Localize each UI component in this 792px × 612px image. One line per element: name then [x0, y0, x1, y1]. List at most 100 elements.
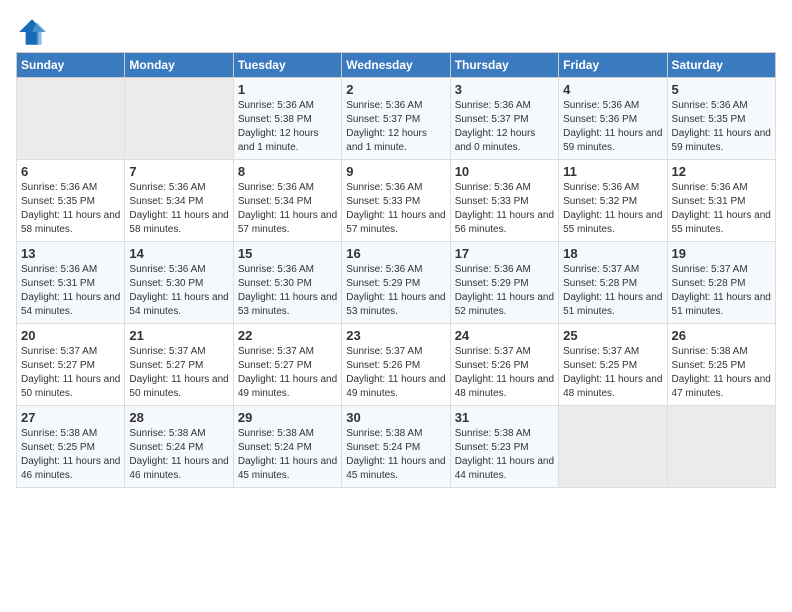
- day-info: Sunrise: 5:38 AMSunset: 5:24 PMDaylight:…: [238, 427, 337, 483]
- calendar-cell: 6 Sunrise: 5:36 AMSunset: 5:35 PMDaylight…: [17, 160, 125, 242]
- calendar-cell: 11Sunrise: 5:36 AMSunset: 5:32 PMDayligh…: [559, 160, 667, 242]
- day-number: 6: [21, 164, 120, 179]
- calendar-cell: [17, 78, 125, 160]
- calendar-cell: 5 Sunrise: 5:36 AMSunset: 5:35 PMDaylight…: [667, 78, 775, 160]
- header-friday: Friday: [559, 53, 667, 78]
- calendar-cell: 25 Sunrise: 5:37 AMSunset: 5:25 PMDayligh…: [559, 324, 667, 406]
- day-info: Sunrise: 5:38 AMSunset: 5:23 PMDaylight:…: [455, 427, 554, 483]
- logo-icon: [16, 16, 48, 48]
- calendar-cell: 30Sunrise: 5:38 AMSunset: 5:24 PMDayligh…: [342, 406, 450, 488]
- calendar-cell: 13 Sunrise: 5:36 AMSunset: 5:31 PMDayligh…: [17, 242, 125, 324]
- day-info: Sunrise: 5:37 AMSunset: 5:25 PMDaylight:…: [563, 345, 662, 401]
- day-info: Sunrise: 5:37 AMSunset: 5:28 PMDaylight:…: [672, 263, 771, 319]
- day-number: 7: [129, 164, 228, 179]
- calendar-cell: 7 Sunrise: 5:36 AMSunset: 5:34 PMDaylight…: [125, 160, 233, 242]
- day-number: 3: [455, 82, 554, 97]
- day-info: Sunrise: 5:36 AMSunset: 5:37 PMDaylight:…: [455, 99, 554, 155]
- day-info: Sunrise: 5:36 AMSunset: 5:34 PMDaylight:…: [129, 181, 228, 237]
- day-info: Sunrise: 5:36 AMSunset: 5:35 PMDaylight:…: [672, 99, 771, 155]
- day-number: 23: [346, 328, 445, 343]
- day-info: Sunrise: 5:36 AMSunset: 5:31 PMDaylight:…: [672, 181, 771, 237]
- day-number: 22: [238, 328, 337, 343]
- day-number: 5: [672, 82, 771, 97]
- day-info: Sunrise: 5:36 AMSunset: 5:29 PMDaylight:…: [346, 263, 445, 319]
- day-number: 31: [455, 410, 554, 425]
- calendar-cell: 9Sunrise: 5:36 AMSunset: 5:33 PMDaylight…: [342, 160, 450, 242]
- day-info: Sunrise: 5:36 AMSunset: 5:35 PMDaylight:…: [21, 181, 120, 237]
- calendar-cell: 16 Sunrise: 5:36 AMSunset: 5:29 PMDayligh…: [342, 242, 450, 324]
- day-number: 29: [238, 410, 337, 425]
- calendar-cell: 10Sunrise: 5:36 AMSunset: 5:33 PMDayligh…: [450, 160, 558, 242]
- day-number: 27: [21, 410, 120, 425]
- calendar-header-row: SundayMondayTuesdayWednesdayThursdayFrid…: [17, 53, 776, 78]
- day-info: Sunrise: 5:36 AMSunset: 5:38 PMDaylight:…: [238, 99, 337, 155]
- day-number: 30: [346, 410, 445, 425]
- day-number: 19: [672, 246, 771, 261]
- calendar-cell: 22 Sunrise: 5:37 AMSunset: 5:27 PMDayligh…: [233, 324, 341, 406]
- calendar-cell: 2Sunrise: 5:36 AMSunset: 5:37 PMDaylight…: [342, 78, 450, 160]
- day-info: Sunrise: 5:37 AMSunset: 5:26 PMDaylight:…: [346, 345, 445, 401]
- day-info: Sunrise: 5:36 AMSunset: 5:29 PMDaylight:…: [455, 263, 554, 319]
- day-number: 13: [21, 246, 120, 261]
- day-number: 14: [129, 246, 228, 261]
- calendar-cell: 27 Sunrise: 5:38 AMSunset: 5:25 PMDayligh…: [17, 406, 125, 488]
- calendar-cell: 26 Sunrise: 5:38 AMSunset: 5:25 PMDayligh…: [667, 324, 775, 406]
- day-number: 18: [563, 246, 662, 261]
- day-info: Sunrise: 5:38 AMSunset: 5:25 PMDaylight:…: [21, 427, 120, 483]
- calendar-cell: 1Sunrise: 5:36 AMSunset: 5:38 PMDaylight…: [233, 78, 341, 160]
- calendar-cell: 29 Sunrise: 5:38 AMSunset: 5:24 PMDayligh…: [233, 406, 341, 488]
- day-number: 26: [672, 328, 771, 343]
- day-number: 21: [129, 328, 228, 343]
- day-number: 15: [238, 246, 337, 261]
- calendar-table: SundayMondayTuesdayWednesdayThursdayFrid…: [16, 52, 776, 488]
- calendar-cell: 17 Sunrise: 5:36 AMSunset: 5:29 PMDayligh…: [450, 242, 558, 324]
- calendar-cell: [559, 406, 667, 488]
- day-info: Sunrise: 5:36 AMSunset: 5:34 PMDaylight:…: [238, 181, 337, 237]
- day-info: Sunrise: 5:36 AMSunset: 5:33 PMDaylight:…: [455, 181, 554, 237]
- calendar-week-row: 20Sunrise: 5:37 AMSunset: 5:27 PMDayligh…: [17, 324, 776, 406]
- calendar-week-row: 1Sunrise: 5:36 AMSunset: 5:38 PMDaylight…: [17, 78, 776, 160]
- day-info: Sunrise: 5:36 AMSunset: 5:37 PMDaylight:…: [346, 99, 445, 155]
- calendar-cell: [667, 406, 775, 488]
- calendar-cell: 4 Sunrise: 5:36 AMSunset: 5:36 PMDaylight…: [559, 78, 667, 160]
- day-info: Sunrise: 5:36 AMSunset: 5:33 PMDaylight:…: [346, 181, 445, 237]
- calendar-cell: [125, 78, 233, 160]
- day-number: 8: [238, 164, 337, 179]
- calendar-cell: 23 Sunrise: 5:37 AMSunset: 5:26 PMDayligh…: [342, 324, 450, 406]
- day-number: 12: [672, 164, 771, 179]
- calendar-cell: 31 Sunrise: 5:38 AMSunset: 5:23 PMDayligh…: [450, 406, 558, 488]
- day-info: Sunrise: 5:37 AMSunset: 5:26 PMDaylight:…: [455, 345, 554, 401]
- day-number: 16: [346, 246, 445, 261]
- day-info: Sunrise: 5:38 AMSunset: 5:24 PMDaylight:…: [129, 427, 228, 483]
- day-info: Sunrise: 5:36 AMSunset: 5:30 PMDaylight:…: [129, 263, 228, 319]
- logo: [16, 16, 52, 48]
- calendar-cell: 8 Sunrise: 5:36 AMSunset: 5:34 PMDaylight…: [233, 160, 341, 242]
- day-info: Sunrise: 5:37 AMSunset: 5:27 PMDaylight:…: [21, 345, 120, 401]
- calendar-cell: 3 Sunrise: 5:36 AMSunset: 5:37 PMDaylight…: [450, 78, 558, 160]
- calendar-cell: 15 Sunrise: 5:36 AMSunset: 5:30 PMDayligh…: [233, 242, 341, 324]
- header-sunday: Sunday: [17, 53, 125, 78]
- calendar-week-row: 27 Sunrise: 5:38 AMSunset: 5:25 PMDayligh…: [17, 406, 776, 488]
- calendar-cell: 14 Sunrise: 5:36 AMSunset: 5:30 PMDayligh…: [125, 242, 233, 324]
- day-number: 28: [129, 410, 228, 425]
- day-info: Sunrise: 5:38 AMSunset: 5:25 PMDaylight:…: [672, 345, 771, 401]
- day-number: 11: [563, 164, 662, 179]
- day-number: 24: [455, 328, 554, 343]
- calendar-cell: 21 Sunrise: 5:37 AMSunset: 5:27 PMDayligh…: [125, 324, 233, 406]
- day-number: 17: [455, 246, 554, 261]
- calendar-cell: 19 Sunrise: 5:37 AMSunset: 5:28 PMDayligh…: [667, 242, 775, 324]
- header-monday: Monday: [125, 53, 233, 78]
- day-info: Sunrise: 5:36 AMSunset: 5:31 PMDaylight:…: [21, 263, 120, 319]
- calendar-cell: 28 Sunrise: 5:38 AMSunset: 5:24 PMDayligh…: [125, 406, 233, 488]
- day-info: Sunrise: 5:36 AMSunset: 5:36 PMDaylight:…: [563, 99, 662, 155]
- calendar-week-row: 6 Sunrise: 5:36 AMSunset: 5:35 PMDaylight…: [17, 160, 776, 242]
- day-info: Sunrise: 5:37 AMSunset: 5:27 PMDaylight:…: [129, 345, 228, 401]
- day-info: Sunrise: 5:37 AMSunset: 5:28 PMDaylight:…: [563, 263, 662, 319]
- header-thursday: Thursday: [450, 53, 558, 78]
- day-info: Sunrise: 5:37 AMSunset: 5:27 PMDaylight:…: [238, 345, 337, 401]
- day-number: 4: [563, 82, 662, 97]
- day-number: 25: [563, 328, 662, 343]
- header-saturday: Saturday: [667, 53, 775, 78]
- header-tuesday: Tuesday: [233, 53, 341, 78]
- day-info: Sunrise: 5:36 AMSunset: 5:30 PMDaylight:…: [238, 263, 337, 319]
